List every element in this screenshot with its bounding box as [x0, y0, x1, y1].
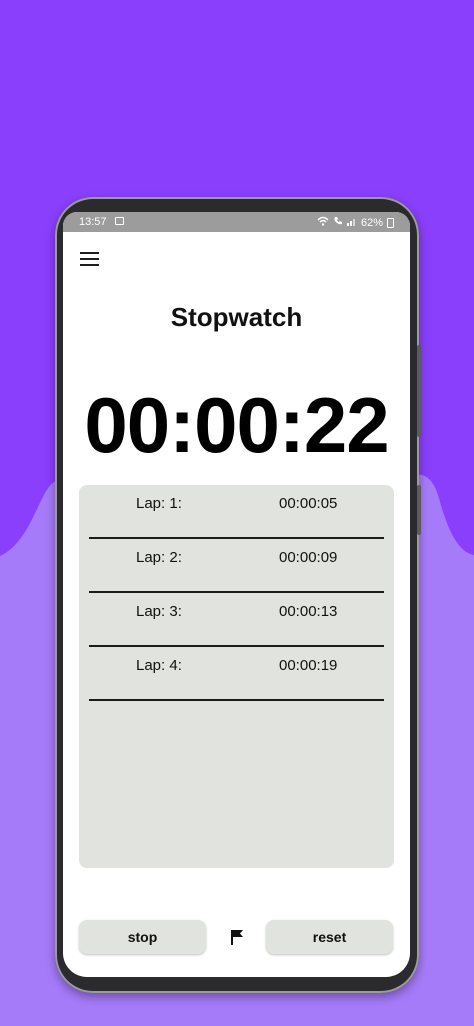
stop-button[interactable]: stop	[79, 920, 206, 954]
reset-button[interactable]: reset	[266, 920, 393, 954]
app-screen: 13:57 62% Stopwatch 00:00:22 Lap: 1: 00:…	[63, 212, 410, 977]
lap-time: 00:00:13	[279, 603, 338, 620]
lap-label: Lap: 2:	[136, 549, 182, 566]
elapsed-time-display: 00:00:22	[84, 381, 389, 469]
signal-icon	[346, 216, 357, 229]
battery-percent: 62%	[360, 216, 383, 229]
wifi-icon	[317, 216, 329, 229]
laps-list: Lap: 1: 00:00:05 Lap: 2: 00:00:09 Lap: 3…	[79, 485, 394, 868]
page-title: Stopwatch	[170, 302, 303, 332]
status-bar: 13:57 62%	[63, 212, 410, 232]
lap-label: Lap: 4:	[136, 657, 182, 674]
lap-row: Lap: 3: 00:00:13	[89, 593, 384, 647]
volte-call-icon	[333, 216, 343, 229]
battery-icon	[387, 217, 394, 228]
lap-time: 00:00:05	[279, 495, 338, 512]
flag-icon[interactable]	[229, 929, 245, 945]
status-time: 13:57	[79, 216, 107, 228]
gallery-notification-icon	[115, 217, 124, 225]
lap-row: Lap: 1: 00:00:05	[89, 485, 384, 539]
lap-row: Lap: 2: 00:00:09	[89, 539, 384, 593]
phone-power-button	[417, 485, 421, 535]
lap-time: 00:00:19	[279, 657, 338, 674]
phone-volume-button	[417, 345, 421, 437]
lap-time: 00:00:09	[279, 549, 338, 566]
hamburger-menu-icon[interactable]	[80, 252, 99, 266]
lap-label: Lap: 3:	[136, 603, 182, 620]
status-indicators: 62%	[317, 216, 394, 229]
lap-label: Lap: 1:	[136, 495, 182, 512]
lap-row: Lap: 4: 00:00:19	[89, 647, 384, 701]
